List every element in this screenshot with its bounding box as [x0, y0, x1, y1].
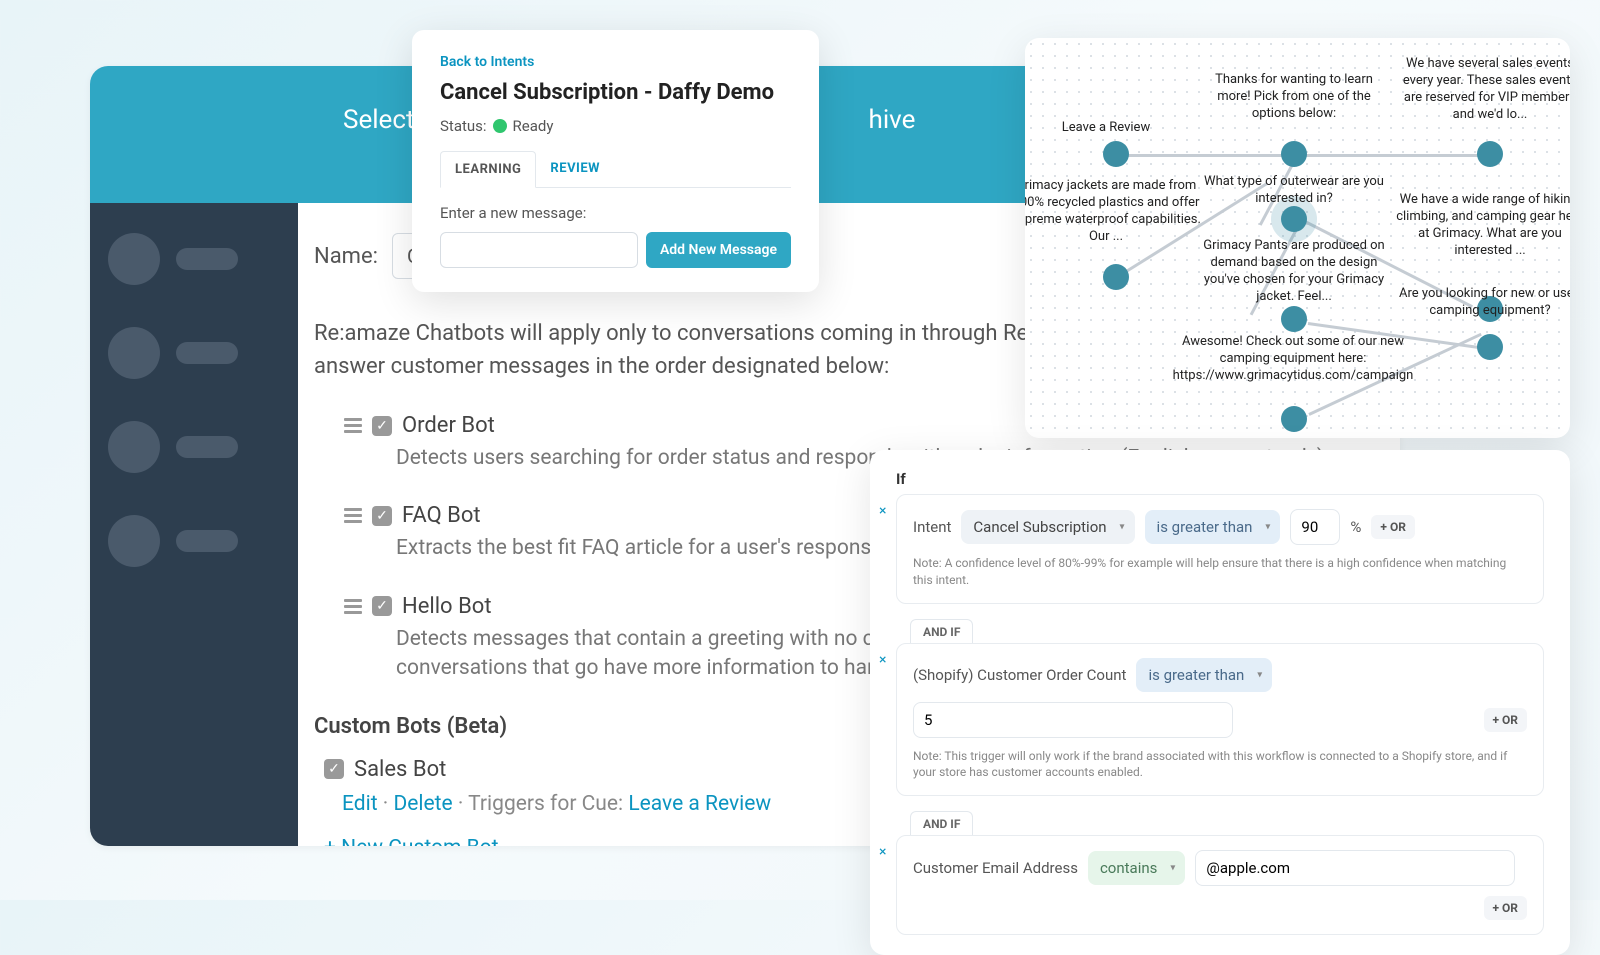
drag-handle-icon[interactable] — [344, 508, 362, 523]
bot-checkbox[interactable]: ✓ — [372, 596, 392, 616]
add-or-button[interactable]: + OR — [1371, 515, 1414, 539]
enter-message-label: Enter a new message: — [440, 204, 791, 222]
order-count-input[interactable] — [913, 702, 1233, 738]
back-to-intents-link[interactable]: Back to Intents — [440, 54, 791, 70]
bot-checkbox[interactable]: ✓ — [372, 506, 392, 526]
tabs: LEARNING REVIEW — [440, 151, 791, 188]
intent-label: Intent — [913, 518, 951, 536]
name-label: Name: — [314, 244, 378, 269]
sidebar-item[interactable] — [108, 421, 280, 473]
flow-diagram-panel[interactable]: Leave a Review Thanks for wanting to lea… — [1025, 38, 1570, 438]
bot-checkbox[interactable]: ✓ — [324, 759, 344, 779]
flow-node[interactable] — [1103, 264, 1129, 290]
flow-node-label: We have a wide range of hiking, climbing… — [1395, 192, 1570, 260]
bot-name: FAQ Bot — [402, 503, 481, 528]
tab-review[interactable]: REVIEW — [536, 151, 614, 187]
flow-node[interactable] — [1477, 141, 1503, 167]
sidebar-item[interactable] — [108, 515, 280, 567]
remove-condition-icon[interactable]: × — [879, 652, 886, 668]
if-label: If — [896, 470, 1544, 488]
condition-block: × Intent Cancel Subscription▾ is greater… — [896, 494, 1544, 604]
status-dot-icon — [493, 119, 507, 133]
add-new-message-button[interactable]: Add New Message — [646, 232, 791, 268]
operator-select[interactable]: is greater than▾ — [1145, 510, 1281, 544]
sales-bot-name: Sales Bot — [354, 757, 446, 782]
chevron-down-icon: ▾ — [1120, 522, 1125, 533]
percent-label: % — [1350, 518, 1361, 536]
and-if-label: AND IF — [910, 619, 973, 644]
flow-node-label: Awesome! Check out some of our new campi… — [1163, 334, 1423, 385]
intent-modal: Back to Intents Cancel Subscription - Da… — [412, 30, 819, 292]
condition-note: Note: This trigger will only work if the… — [913, 748, 1527, 782]
edit-link[interactable]: Edit — [342, 792, 378, 816]
condition-note: Note: A confidence level of 80%-99% for … — [913, 555, 1527, 589]
email-value-input[interactable] — [1195, 850, 1515, 886]
chevron-down-icon: ▾ — [1265, 522, 1270, 533]
flow-node-label: Grimacy jackets are made from 100% recyc… — [1025, 178, 1201, 246]
status-value: Ready — [513, 117, 554, 135]
sidebar — [90, 203, 298, 846]
and-if-label: AND IF — [910, 811, 973, 836]
remove-condition-icon[interactable]: × — [879, 503, 886, 519]
operator-select[interactable]: contains▾ — [1088, 851, 1185, 885]
email-label: Customer Email Address — [913, 859, 1078, 877]
intent-title: Cancel Subscription - Daffy Demo — [440, 80, 791, 105]
leave-review-link[interactable]: Leave a Review — [628, 792, 771, 816]
shopify-order-count-label: (Shopify) Customer Order Count — [913, 666, 1126, 684]
sidebar-item[interactable] — [108, 327, 280, 379]
operator-select[interactable]: is greater than▾ — [1136, 658, 1272, 692]
condition-block: × (Shopify) Customer Order Count is grea… — [896, 643, 1544, 797]
flow-node-label: Are you looking for new or used camping … — [1395, 286, 1570, 320]
flow-node-label: Leave a Review — [1025, 120, 1201, 137]
drag-handle-icon[interactable] — [344, 418, 362, 433]
tab-learning[interactable]: LEARNING — [440, 151, 536, 188]
archive-button[interactable]: hive — [839, 93, 946, 147]
flow-node[interactable] — [1281, 406, 1307, 432]
status-row: Status: Ready — [440, 117, 791, 135]
bot-name: Order Bot — [402, 413, 495, 438]
bot-checkbox[interactable]: ✓ — [372, 416, 392, 436]
condition-block: × Customer Email Address contains▾ + OR — [896, 835, 1544, 935]
flow-node[interactable] — [1281, 306, 1307, 332]
add-or-button[interactable]: + OR — [1484, 708, 1527, 732]
confidence-input[interactable] — [1290, 509, 1340, 545]
bot-name: Hello Bot — [402, 594, 492, 619]
conditions-panel: If × Intent Cancel Subscription▾ is grea… — [870, 450, 1570, 955]
flow-node[interactable] — [1281, 141, 1307, 167]
flow-node-selected[interactable] — [1281, 206, 1307, 232]
remove-condition-icon[interactable]: × — [879, 844, 886, 860]
flow-node[interactable] — [1103, 141, 1129, 167]
sidebar-item[interactable] — [108, 233, 280, 285]
triggers-label: Triggers for Cue: — [468, 792, 623, 816]
flow-node-label: Grimacy Pants are produced on demand bas… — [1199, 238, 1389, 306]
flow-node-label: We have several sales events every year.… — [1395, 56, 1570, 124]
intent-select[interactable]: Cancel Subscription▾ — [961, 510, 1134, 544]
chevron-down-icon: ▾ — [1170, 863, 1175, 874]
new-message-input[interactable] — [440, 232, 638, 268]
flow-node-label: What type of outerwear are you intereste… — [1199, 174, 1389, 208]
drag-handle-icon[interactable] — [344, 599, 362, 614]
flow-node-label: Thanks for wanting to learn more! Pick f… — [1199, 72, 1389, 123]
flow-node[interactable] — [1477, 334, 1503, 360]
delete-link[interactable]: Delete — [393, 792, 452, 816]
chevron-down-icon: ▾ — [1257, 669, 1262, 680]
